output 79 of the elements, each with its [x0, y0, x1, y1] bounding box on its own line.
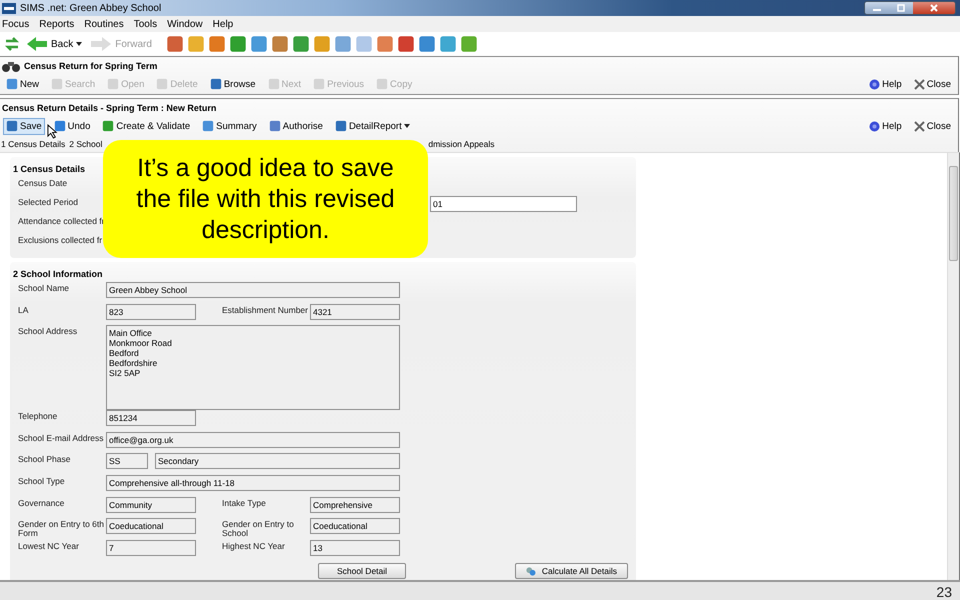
- section-link[interactable]: 2 School: [69, 139, 102, 149]
- field-label: Establishment Number: [222, 304, 309, 315]
- field-label: Intake Type: [222, 496, 267, 508]
- section-link[interactable]: dmission Appeals: [428, 139, 495, 149]
- field-label: School Phase: [18, 453, 72, 464]
- menu-item[interactable]: Tools: [134, 18, 158, 30]
- text-field[interactable]: Secondary: [155, 453, 400, 470]
- address-field[interactable]: Main Office Monkmoor Road Bedford Bedfordshire SI2 5AP: [106, 325, 400, 410]
- field-label: School Type: [18, 474, 66, 486]
- text-field[interactable]: Coeducational: [310, 518, 400, 534]
- menu-item[interactable]: Window: [167, 18, 203, 30]
- code-field[interactable]: SS: [106, 453, 148, 470]
- menu-item[interactable]: Help: [212, 18, 234, 30]
- field-label: Governance: [18, 496, 66, 508]
- toolbar-button[interactable]: DetailReport: [332, 118, 413, 134]
- cursor-icon: [47, 124, 59, 139]
- scrollbar[interactable]: [947, 153, 959, 580]
- menu-item[interactable]: Focus: [2, 18, 30, 30]
- text-field[interactable]: 7: [106, 540, 196, 556]
- close-icon: [914, 120, 925, 132]
- panel-title: Census Return for Spring Term: [24, 60, 158, 70]
- toolbar-button[interactable]: Create & Validate: [99, 118, 194, 134]
- text-field[interactable]: 01: [430, 196, 577, 212]
- section-title: 1 Census Details: [13, 163, 86, 176]
- text-field[interactable]: 13: [310, 540, 400, 556]
- slide-number: 23: [936, 585, 952, 600]
- menu-item[interactable]: Routines: [84, 18, 124, 30]
- text-field[interactable]: 823: [106, 304, 196, 320]
- help-button[interactable]: Help: [866, 76, 905, 92]
- toolbar-button[interactable]: New: [3, 76, 42, 92]
- close-icon: [930, 4, 938, 12]
- back-button[interactable]: Back: [24, 36, 84, 52]
- toolbar-button[interactable]: Browse: [206, 76, 259, 92]
- close-button[interactable]: [913, 2, 955, 14]
- left-arrow-icon: [26, 36, 48, 52]
- field-label: School Name: [18, 282, 70, 293]
- close-button[interactable]: Close: [910, 76, 954, 92]
- help-button[interactable]: Help: [866, 118, 905, 134]
- right-arrow-icon: [90, 36, 112, 52]
- swap-arrows-icon: [4, 36, 20, 52]
- toolbar-button[interactable]: Authorise: [266, 118, 326, 134]
- field-label: Census Date: [18, 177, 68, 188]
- text-field[interactable]: 851234: [106, 410, 196, 426]
- text-field[interactable]: Comprehensive all-through 11-18: [106, 474, 400, 491]
- menu-item[interactable]: Reports: [39, 18, 74, 30]
- callout: It’s a good idea to save the file with this revised description.: [103, 140, 428, 258]
- section-title: 2 School Information: [13, 268, 103, 281]
- minimize-button[interactable]: [865, 2, 889, 14]
- close-icon: [914, 78, 925, 90]
- text-field[interactable]: Comprehensive: [310, 496, 400, 513]
- field-label: School Address: [18, 325, 78, 336]
- close-button[interactable]: Close: [910, 118, 954, 134]
- toolbar-button[interactable]: Summary: [199, 118, 260, 134]
- text-field[interactable]: 4321: [310, 304, 400, 320]
- field-label: Exclusions collected fr: [18, 234, 104, 245]
- help-icon: [869, 78, 880, 90]
- section-link[interactable]: 1 Census Details: [1, 139, 66, 149]
- field-label: Lowest NC Year: [18, 540, 80, 551]
- toolbar-button[interactable]: Save: [3, 118, 45, 134]
- panel-title: Census Return Details - Spring Term : New Return: [2, 102, 216, 112]
- text-field[interactable]: Community: [106, 496, 196, 513]
- binoculars-icon: [2, 60, 20, 72]
- field-label: School E-mail Address: [18, 432, 105, 443]
- field-label: Telephone: [18, 410, 58, 422]
- field-label: LA: [18, 304, 30, 315]
- window-title: SIMS .net: Green Abbey School: [20, 2, 162, 14]
- field-label: Gender on Entry to School: [222, 518, 295, 538]
- field-label: Selected Period: [18, 196, 80, 207]
- text-field[interactable]: office@ga.org.uk: [106, 432, 400, 448]
- restore-icon: [897, 4, 905, 12]
- form-button[interactable]: School Detail: [318, 563, 406, 580]
- text-field[interactable]: Coeducational: [106, 518, 196, 534]
- restore-button[interactable]: [889, 2, 913, 14]
- field-label: Gender on Entry to 6th Form: [18, 518, 105, 538]
- app-logo-icon: [2, 2, 16, 14]
- form-button[interactable]: Calculate All Details: [515, 563, 628, 580]
- text-field[interactable]: Green Abbey School: [106, 282, 400, 298]
- field-label: Highest NC Year: [222, 540, 286, 551]
- help-icon: [869, 120, 880, 132]
